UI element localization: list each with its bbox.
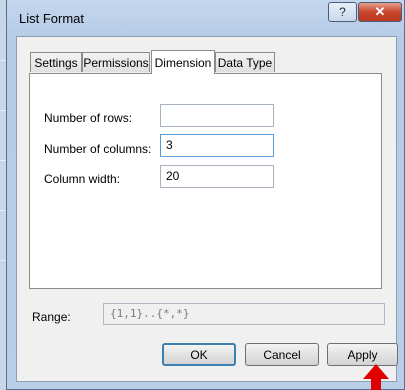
- dialog-title: List Format: [19, 11, 85, 26]
- title-bar[interactable]: List Format ? ✕: [7, 0, 404, 36]
- ok-button[interactable]: OK: [162, 343, 236, 366]
- list-format-dialog: List Format ? ✕ Settings Permissions Dim…: [6, 0, 405, 390]
- dimension-panel: Number of rows: Number of columns: 3 Col…: [29, 73, 382, 289]
- tab-data-type[interactable]: Data Type: [215, 52, 275, 72]
- tab-label: Settings: [34, 55, 78, 70]
- range-label: Range:: [32, 310, 71, 324]
- rows-label: Number of rows:: [44, 111, 133, 125]
- ok-label: OK: [190, 347, 208, 362]
- help-button[interactable]: ?: [328, 2, 357, 22]
- cancel-button[interactable]: Cancel: [245, 343, 319, 366]
- help-icon: ?: [339, 5, 346, 19]
- tab-settings[interactable]: Settings: [30, 52, 82, 72]
- tab-permissions[interactable]: Permissions: [82, 52, 150, 72]
- cancel-label: Cancel: [263, 347, 301, 362]
- close-button[interactable]: ✕: [358, 2, 402, 22]
- apply-label: Apply: [347, 347, 378, 362]
- rows-input[interactable]: [160, 104, 274, 127]
- column-width-input[interactable]: 20: [160, 165, 274, 188]
- tab-label: Dimension: [154, 55, 212, 70]
- range-field: {1,1}..{*,*}: [103, 303, 385, 325]
- tab-dimension[interactable]: Dimension: [151, 50, 215, 74]
- dialog-client-area: Settings Permissions Dimension Data Type…: [16, 36, 398, 382]
- columns-input[interactable]: 3: [160, 134, 274, 157]
- columns-label: Number of columns:: [44, 142, 152, 156]
- red-arrow-pointer-icon: [363, 364, 389, 390]
- tab-label: Permissions: [83, 55, 149, 70]
- tab-label: Data Type: [217, 55, 273, 70]
- column-width-label: Column width:: [44, 172, 121, 186]
- close-icon: ✕: [374, 4, 386, 19]
